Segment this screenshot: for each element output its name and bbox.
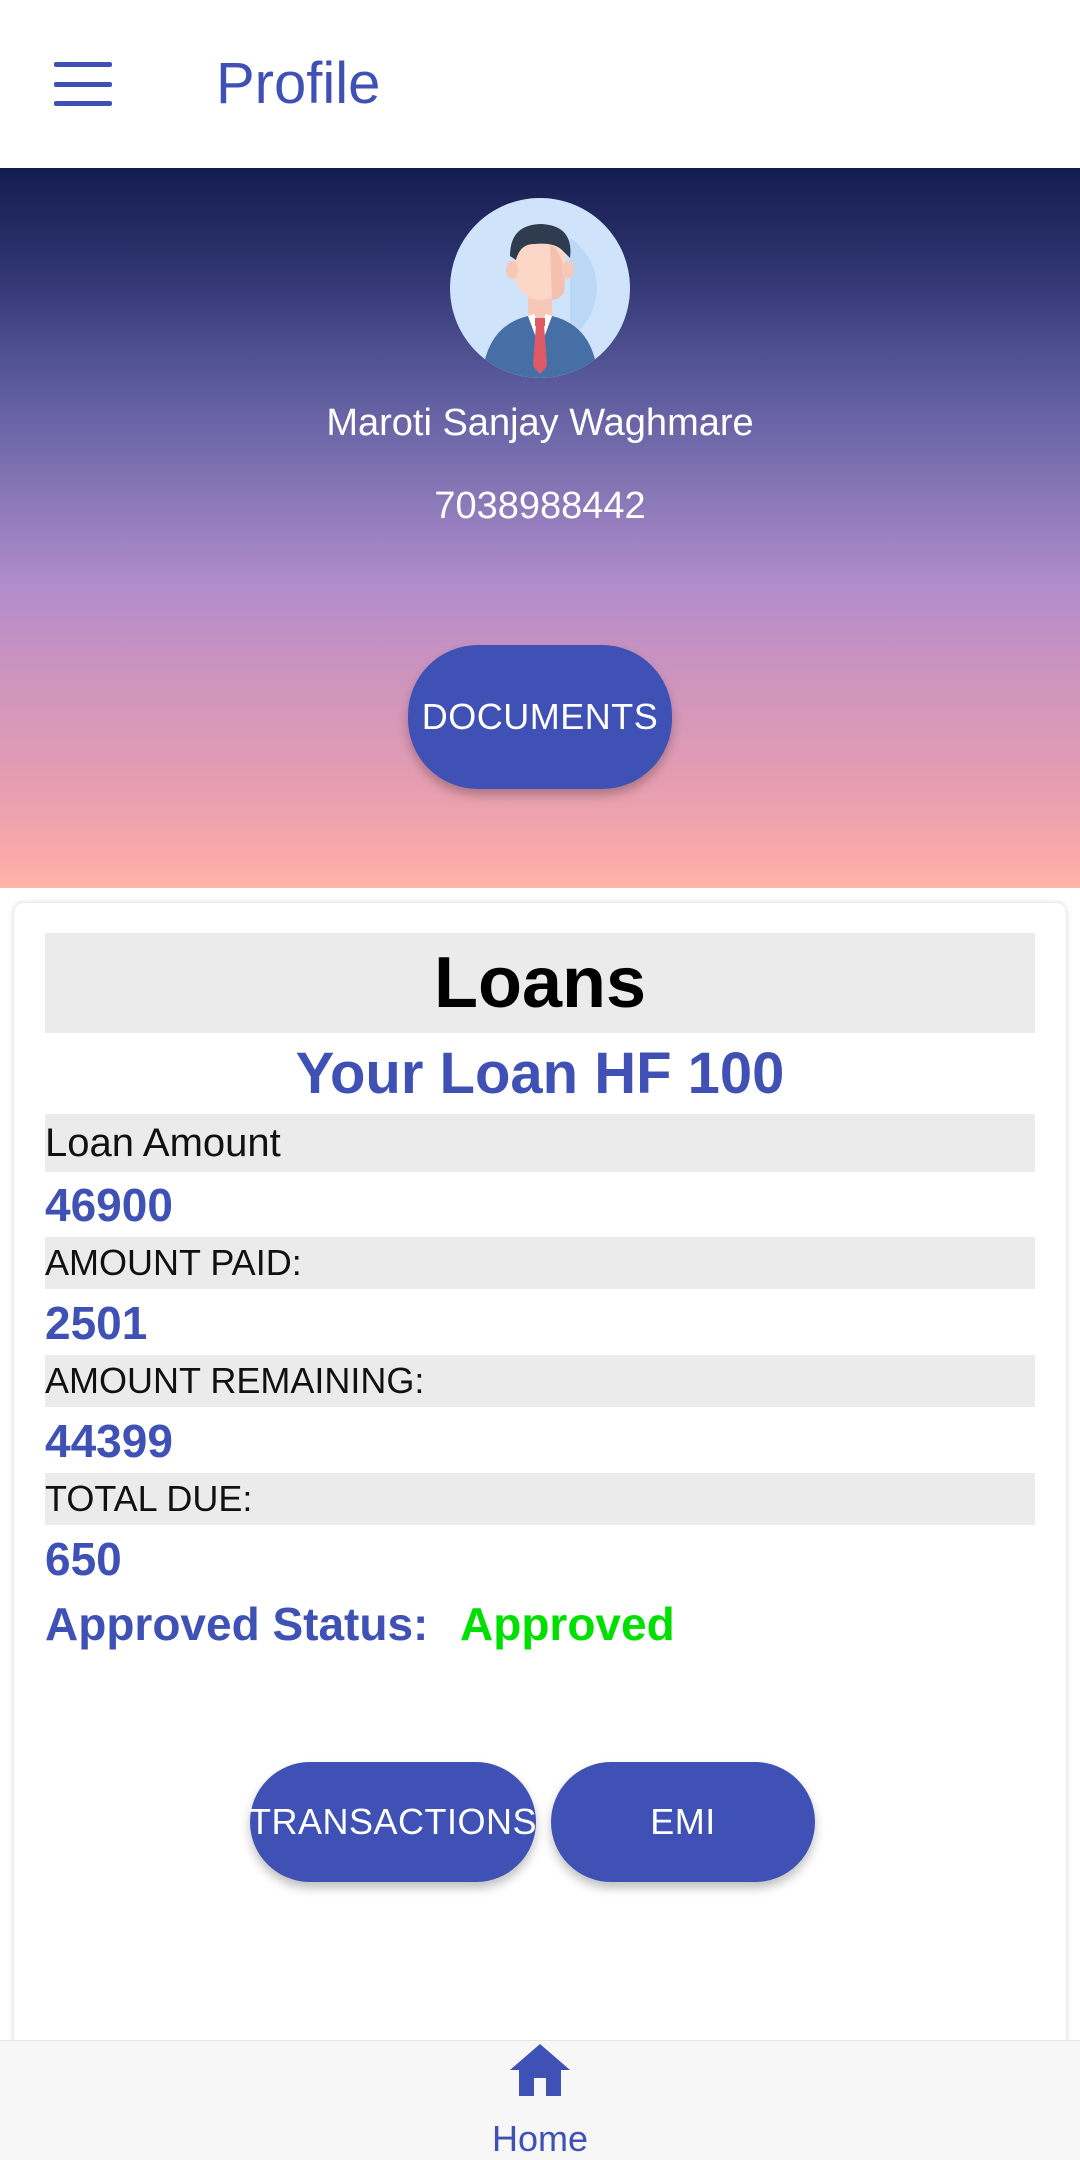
documents-button[interactable]: DOCUMENTS: [408, 645, 672, 789]
profile-name: Maroti Sanjay Waghmare: [326, 402, 754, 444]
profile-phone: 7038988442: [434, 485, 646, 527]
avatar: [450, 198, 630, 378]
page-title: Profile: [216, 51, 381, 116]
hamburger-menu-icon[interactable]: [54, 62, 114, 106]
app-bar: Profile: [0, 0, 1080, 168]
amount-remaining-value: 44399: [45, 1415, 173, 1467]
approved-status-value: Approved: [460, 1598, 675, 1650]
loans-heading: Loans: [45, 933, 1035, 1033]
transactions-button[interactable]: TRANSACTIONS: [249, 1762, 537, 1882]
loan-amount-value: 46900: [45, 1179, 173, 1231]
total-due-label: TOTAL DUE:: [45, 1473, 1035, 1525]
amount-paid-value: 2501: [45, 1297, 148, 1349]
user-avatar-icon: [450, 198, 630, 378]
home-label: Home: [491, 2118, 589, 2159]
loan-name: Your Loan HF 100: [295, 1041, 785, 1106]
amount-paid-label: AMOUNT PAID:: [45, 1237, 1035, 1289]
loan-amount-label: Loan Amount: [45, 1114, 1035, 1172]
amount-remaining-label: AMOUNT REMAINING:: [45, 1355, 1035, 1407]
total-due-value: 650: [45, 1533, 122, 1585]
home-icon: [510, 2044, 570, 2096]
approved-status-label: Approved Status:: [45, 1598, 429, 1650]
emi-button[interactable]: EMI: [551, 1762, 815, 1882]
